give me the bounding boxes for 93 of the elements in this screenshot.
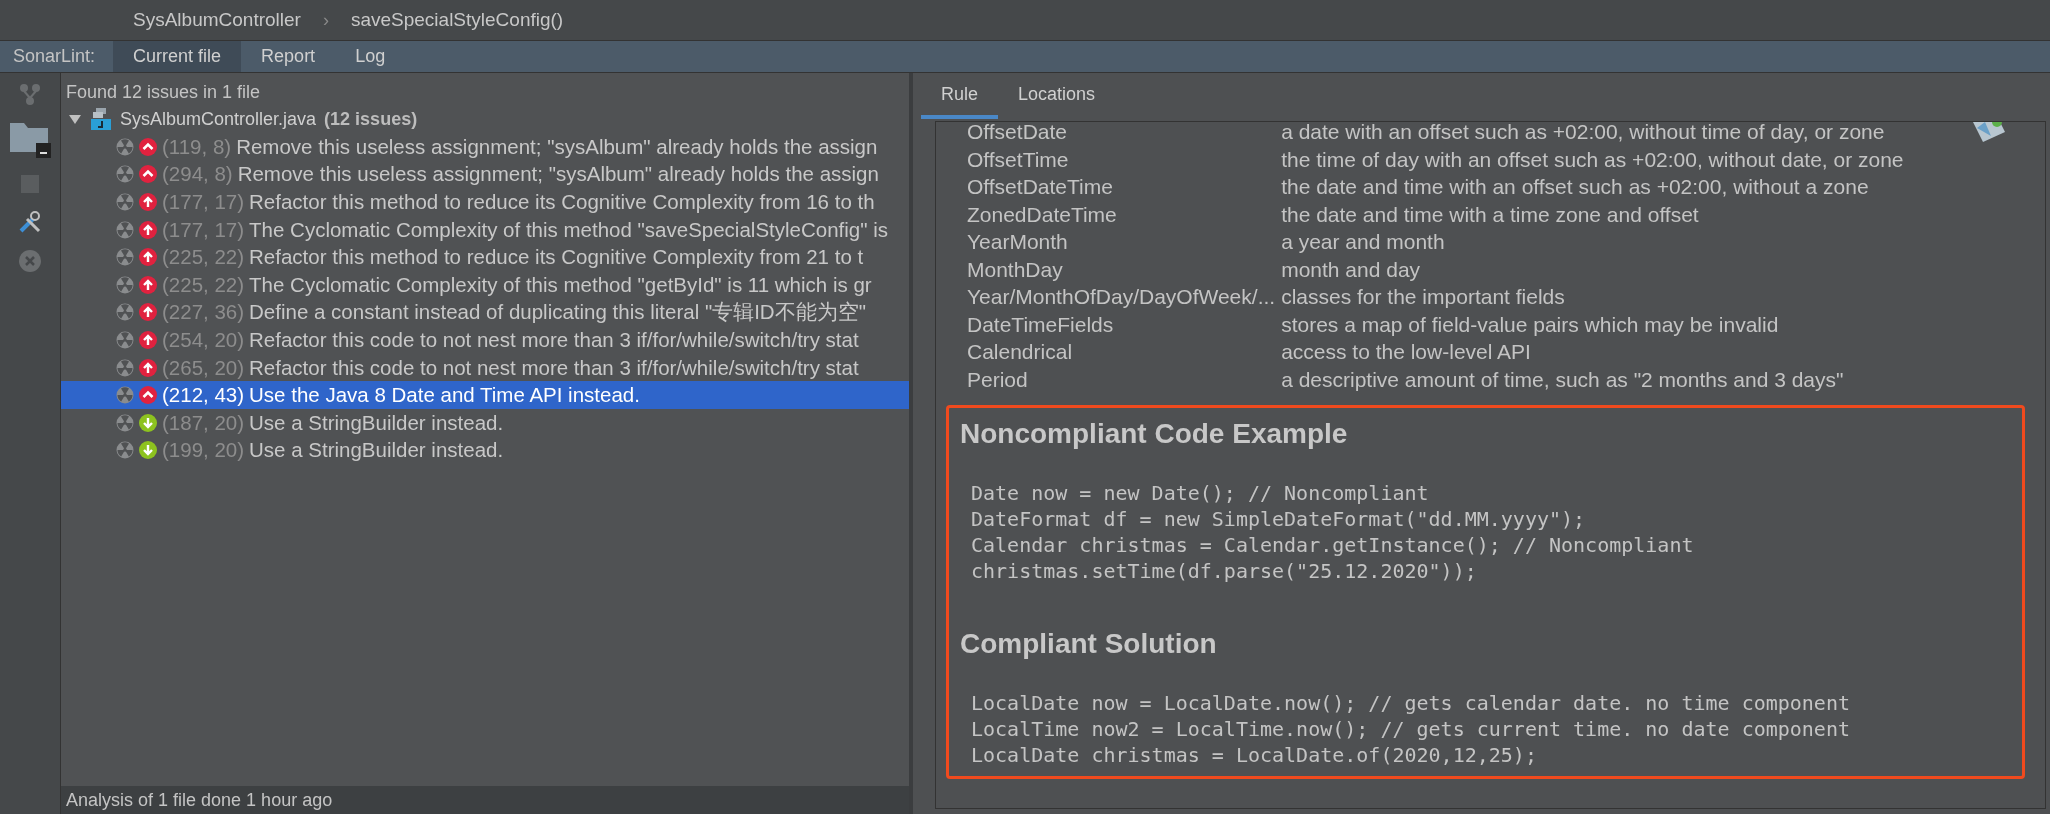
issue-location: (119, 8) [162,134,232,159]
hazard-icon [116,386,134,405]
rule-tab[interactable]: Rule [921,73,999,119]
class-description: a year and month [1281,229,1446,255]
hazard-icon [116,248,134,267]
toolbar-tab[interactable]: Current file [113,41,242,72]
code-line: christmas.setTime(df.parse("25.12.2020")); [971,558,1478,584]
section-heading: Compliant Solution [960,628,1218,660]
issue-location: (265, 20) [162,355,245,380]
code-line: Calendar christmas = Calendar.getInstance(); // Noncompliant [971,532,1695,558]
file-name: SysAlbumController.java [120,108,317,130]
code-line: Date now = new Date(); // Noncompliant [971,480,1430,506]
issue-message: Use a StringBuilder instead. [249,438,504,463]
issue-row[interactable]: (177, 17) The Cyclomatic Complexity of this method "saveSpecialStyleConfig" is [61,215,909,244]
hazard-icon [116,193,134,211]
class-name: ZonedDateTime [967,201,1118,228]
issue-row[interactable]: (187, 20) Use a StringBuilder instead. [61,408,909,437]
issue-row[interactable]: (294, 8) Remove this useless assignment; "sysAlbum" already holds the assign [61,160,909,189]
class-name: MonthDay [967,256,1064,283]
hazard-icon [116,137,134,156]
issue-location: (177, 17) [162,217,245,242]
issue-message: Use the Java 8 Date and Time API instead. [249,383,640,408]
class-description: a date with an offset such as +02:00, without time of day, or zone [1281,122,1886,145]
issue-message: Refactor this code to not nest more than 3 if/for/while/switch/try stat [249,355,859,380]
issue-location: (199, 20) [162,438,245,463]
class-name: YearMonth [967,229,1069,255]
hazard-icon [116,330,134,349]
toolbar-tab[interactable]: Report [241,41,336,72]
code-line: LocalDate christmas = LocalDate.of(2020,12,25); [971,742,1538,768]
hazard-icon [116,165,134,184]
code-line: LocalTime now2 = LocalTime.now(); // gets current time. no date component [971,716,1851,742]
issue-row[interactable]: (265, 20) Refactor this code to not nest more than 3 if/for/while/switch/try stat [61,353,909,382]
class-description: the time of day with an offset such as +02:00, without date, or zone [1281,146,1904,173]
issue-message: Remove this useless assignment; "sysAlbum" already holds the assign [237,162,879,187]
rule-tab[interactable]: Locations [998,73,1116,119]
breadcrumb-separator: › [322,9,329,31]
issue-location: (187, 20) [162,410,245,435]
code-line: LocalDate now = LocalDate.now(); // gets calendar date. no time component [971,690,1851,716]
breadcrumb-item[interactable]: saveSpecialStyleConfig() [350,9,564,31]
class-name: Year/MonthOfDay/DayOfWeek/... [967,284,1276,310]
class-description: stores a map of field-value pairs which may be invalid [1281,311,1780,338]
class-description: access to the low-level API [1281,339,1532,365]
status-text: Analysis of 1 file done 1 hour ago [61,786,909,814]
issue-row[interactable]: (212, 43) Use the Java 8 Date and Time API instead. [61,381,909,409]
class-description: a descriptive amount of time, such as "2 months and 3 days" [1281,366,1845,393]
issue-row[interactable]: (177, 17) Refactor this method to reduce its Cognitive Complexity from 16 to th [61,188,909,216]
issue-message: The Cyclomatic Complexity of this method "saveSpecialStyleConfig" is [249,217,888,242]
toolbar-label: SonarLint: [12,45,97,68]
issue-message: Refactor this method to reduce its Cognitive Complexity from 16 to th [249,190,875,214]
hazard-icon [116,220,134,239]
issue-location: (294, 8) [162,162,233,187]
issue-message: Define a constant instead of duplicating this literal "专辑ID不能为空" [249,299,866,326]
issue-message: Refactor this method to reduce its Cognitive Complexity from 21 to t [249,245,864,270]
section-heading: Noncompliant Code Example [960,418,1349,450]
breadcrumb-item[interactable]: SysAlbumController [133,9,301,31]
issue-location: (225, 22) [162,245,245,270]
tools-icon[interactable] [17,209,43,235]
issue-message: Use a StringBuilder instead. [249,410,504,435]
issue-message: Refactor this code to not nest more than 3 if/for/while/switch/try stat [249,327,859,352]
hazard-icon [116,303,134,322]
issue-location: (227, 36) [162,300,245,325]
issue-message: The Cyclomatic Complexity of this method "getById" is 11 which is gr [249,272,872,297]
issue-row[interactable]: (199, 20) Use a StringBuilder instead. [61,436,909,465]
issue-count: (12 issues) [324,108,418,130]
class-description: the date and time with an offset such as +02:00, without a zone [1281,174,1870,200]
class-name: Period [967,366,1029,393]
class-name: OffsetDate [967,122,1068,145]
class-name: DateTimeFields [967,311,1115,338]
class-name: OffsetDateTime [967,174,1114,200]
issue-location: (177, 17) [162,190,245,214]
summary-text: Found 12 issues in 1 file [65,81,262,104]
hazard-icon [116,441,134,460]
class-name: Calendrical [967,339,1074,365]
class-description: classes for the important fields [1281,284,1566,310]
expand-triangle-icon[interactable] [68,112,82,126]
issue-location: (225, 22) [162,272,245,297]
issue-row[interactable]: (227, 36) Define a constant instead of duplicating this literal "专辑ID不能为空" [61,298,909,327]
issue-message: Remove this useless assignment; "sysAlbum" already holds the assign [236,134,878,159]
java-file-icon [90,107,112,131]
issue-row[interactable]: (254, 20) Refactor this code to not nest more than 3 if/for/while/switch/try stat [61,326,909,354]
class-description: the date and time with a time zone and offset [1281,201,1700,228]
class-description: month and day [1281,256,1422,283]
code-line: DateFormat df = new SimpleDateFormat("dd.MM.yyyy"); [971,506,1587,532]
issue-row[interactable]: (225, 22) The Cyclomatic Complexity of this method "getById" is 11 which is gr [61,270,909,299]
class-name: OffsetTime [967,146,1070,173]
hazard-icon [116,275,134,294]
hazard-icon [116,358,134,377]
hazard-icon [116,413,134,432]
issue-location: (254, 20) [162,327,245,352]
issue-location: (212, 43) [162,383,245,408]
issue-row[interactable]: (225, 22) Refactor this method to reduce its Cognitive Complexity from 21 to t [61,243,909,271]
toolbar-tab[interactable]: Log [335,41,406,72]
issue-row[interactable]: (119, 8) Remove this useless assignment; "sysAlbum" already holds the assign [61,133,909,161]
